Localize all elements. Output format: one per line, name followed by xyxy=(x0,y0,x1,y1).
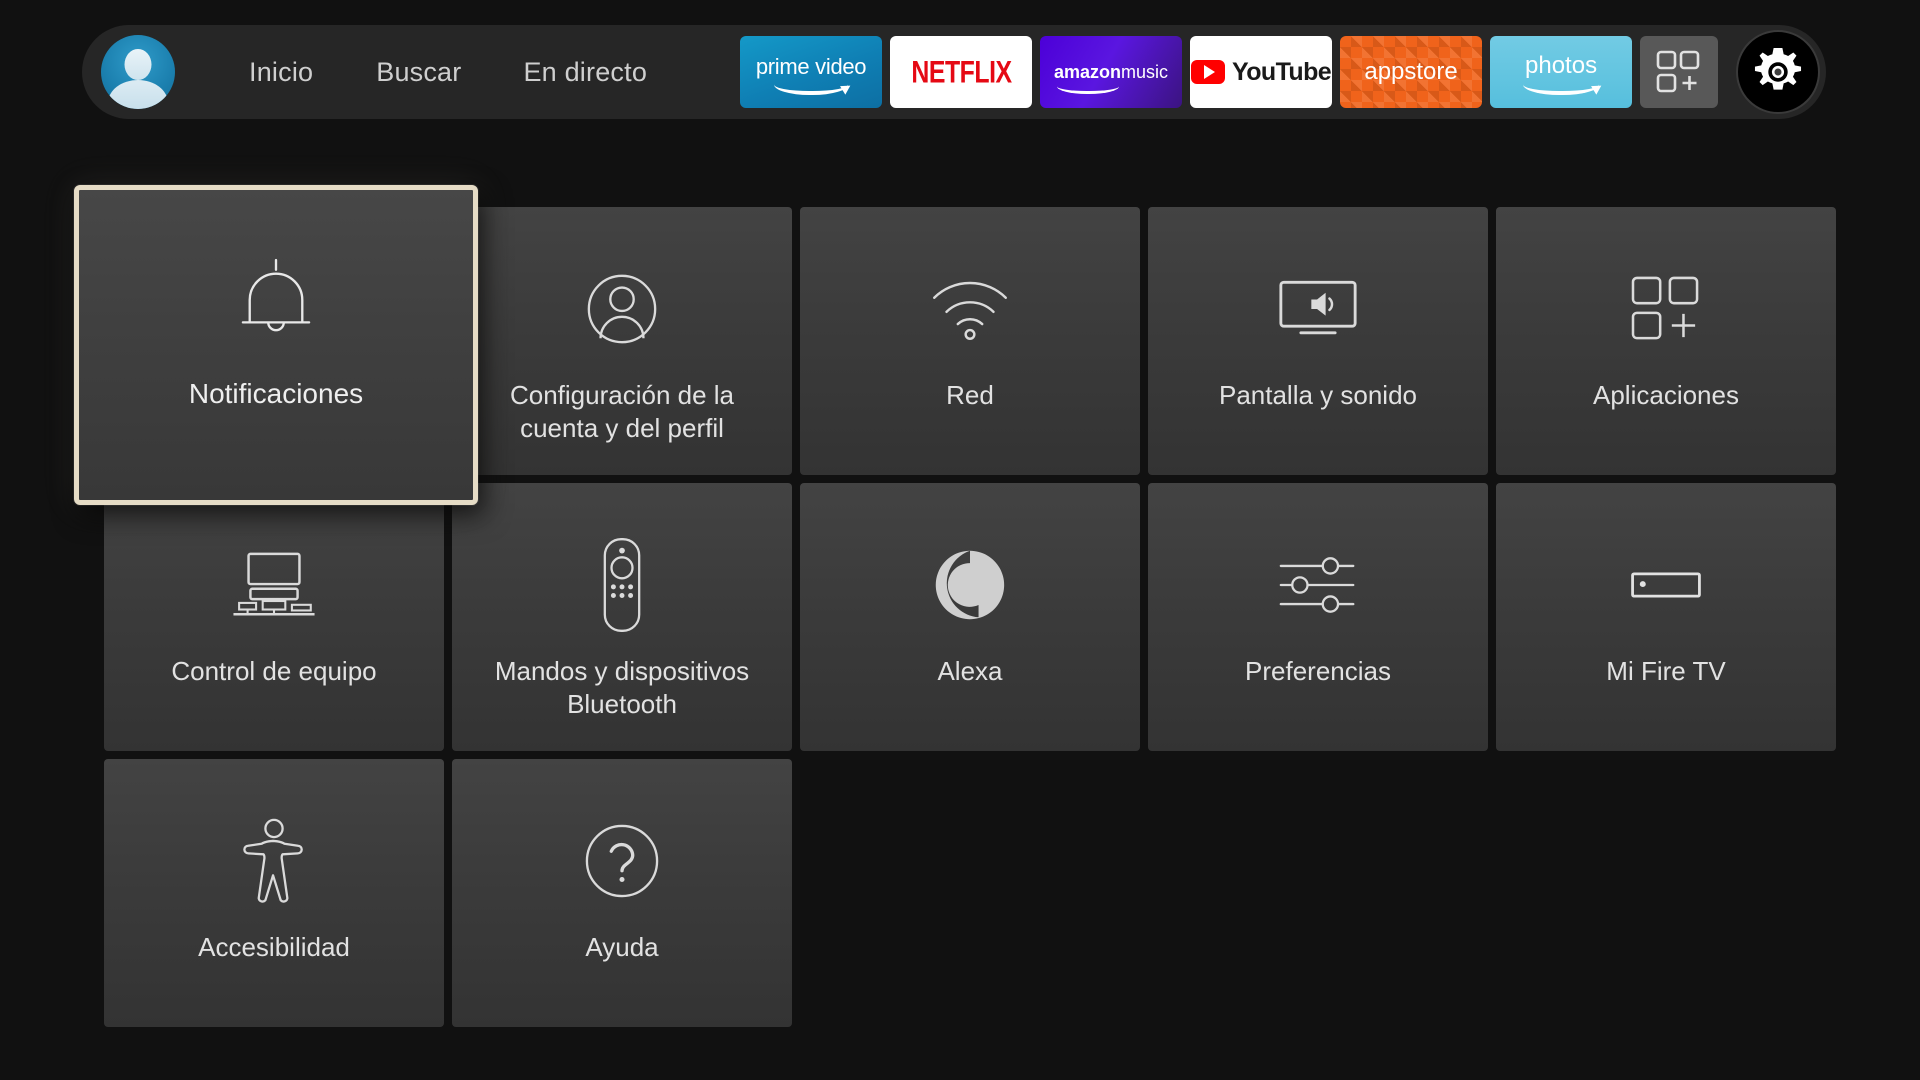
tile-label-pantalla-sonido: Pantalla y sonido xyxy=(1218,380,1418,410)
amazon-smile-icon xyxy=(774,73,849,95)
person-circle-icon xyxy=(587,274,657,344)
firetv-device-icon xyxy=(1631,572,1701,598)
top-navigation-bar: Inicio Buscar En directo prime video NET… xyxy=(82,25,1826,119)
home-theater-icon xyxy=(233,552,315,616)
youtube-play-icon xyxy=(1191,60,1226,84)
tile-mi-fire-tv[interactable]: Mi Fire TV xyxy=(1496,483,1836,751)
question-circle-icon xyxy=(585,824,659,898)
settings-gear-button[interactable] xyxy=(1736,30,1821,114)
tile-row-3: Accesibilidad Ayuda xyxy=(104,759,1816,1027)
tile-cuenta-perfil[interactable]: Configuración de la cuenta y del perfil xyxy=(452,207,792,475)
tile-icon-wrap xyxy=(231,537,317,633)
alexa-ring-icon xyxy=(935,550,1005,620)
app-tile-appstore[interactable]: appstore xyxy=(1340,36,1483,108)
tile-label-notificaciones: Notificaciones xyxy=(188,378,364,409)
music-word: music xyxy=(1121,61,1169,82)
netflix-label: NETFLIX xyxy=(910,53,1012,90)
tile-icon-wrap xyxy=(583,261,661,357)
avatar-body xyxy=(108,80,168,109)
tile-icon-wrap xyxy=(584,813,660,909)
tile-mandos-bluetooth[interactable]: Mandos y dispositivos Bluetooth xyxy=(452,483,792,751)
tile-label-aplicaciones: Aplicaciones xyxy=(1593,380,1739,410)
sliders-icon xyxy=(1279,557,1355,613)
bell-icon xyxy=(241,258,311,332)
nav-item-buscar[interactable]: Buscar xyxy=(376,57,461,88)
tile-icon-wrap xyxy=(239,256,313,352)
tile-aplicaciones[interactable]: Aplicaciones xyxy=(1496,207,1836,475)
tile-notificaciones[interactable]: Notificaciones xyxy=(74,185,478,505)
tile-icon-wrap xyxy=(928,261,1012,357)
amazon-smile-icon xyxy=(1523,73,1600,95)
tile-label-mandos-bluetooth: Mandos y dispositivos Bluetooth xyxy=(494,656,750,719)
avatar-head xyxy=(124,49,152,80)
tv-speaker-icon xyxy=(1279,280,1357,335)
tile-label-cuenta-perfil: Configuración de la cuenta y del perfil xyxy=(509,380,735,443)
tile-icon-wrap xyxy=(1278,261,1358,357)
gear-icon xyxy=(1755,47,1802,90)
tile-preferencias[interactable]: Preferencias xyxy=(1148,483,1488,751)
apps-grid-icon xyxy=(1656,50,1700,93)
app-tile-netflix[interactable]: NETFLIX xyxy=(890,36,1033,108)
tile-icon-wrap xyxy=(601,537,643,633)
tile-ayuda[interactable]: Ayuda xyxy=(452,759,792,1027)
appstore-label: appstore xyxy=(1364,58,1458,85)
app-tile-youtube[interactable]: YouTube xyxy=(1190,36,1333,108)
apps-grid-button[interactable] xyxy=(1640,36,1719,108)
tile-row-2: Control de equipo Mandos y dispositivos … xyxy=(104,483,1836,751)
tile-alexa[interactable]: Alexa xyxy=(800,483,1140,751)
tile-red[interactable]: Red xyxy=(800,207,1140,475)
tile-label-mi-fire-tv: Mi Fire TV xyxy=(1606,656,1726,686)
apps-squares-icon xyxy=(1631,276,1699,340)
tile-label-alexa: Alexa xyxy=(937,656,1003,686)
youtube-label: YouTube xyxy=(1232,57,1332,86)
tile-label-control-equipo: Control de equipo xyxy=(171,656,377,686)
tile-icon-wrap xyxy=(1629,537,1703,633)
profile-avatar[interactable] xyxy=(101,35,175,109)
remote-control-icon xyxy=(603,538,641,632)
app-tile-prime-video[interactable]: prime video xyxy=(740,36,883,108)
app-tile-photos[interactable]: photos xyxy=(1490,36,1633,108)
tile-control-equipo[interactable]: Control de equipo xyxy=(104,483,444,751)
nav-item-en-directo[interactable]: En directo xyxy=(523,57,647,88)
amazon-music-wrap: amazonmusic xyxy=(1054,61,1169,94)
tile-icon-wrap xyxy=(1277,537,1359,633)
nav-item-inicio[interactable]: Inicio xyxy=(249,57,313,88)
app-shortcuts-strip: prime video NETFLIX amazonmusic YouTube … xyxy=(740,30,1821,114)
app-tile-amazon-music[interactable]: amazonmusic xyxy=(1040,36,1183,108)
tile-icon-wrap xyxy=(242,813,306,909)
wifi-icon xyxy=(933,281,1007,340)
tile-label-ayuda: Ayuda xyxy=(585,932,659,962)
tile-label-preferencias: Preferencias xyxy=(1245,656,1391,686)
tile-label-red: Red xyxy=(946,380,994,410)
tile-icon-wrap xyxy=(1631,261,1701,357)
tile-accesibilidad[interactable]: Accesibilidad xyxy=(104,759,444,1027)
tile-icon-wrap xyxy=(932,537,1008,633)
amazon-smile-icon xyxy=(1057,78,1120,94)
tile-label-accesibilidad: Accesibilidad xyxy=(198,932,350,962)
tile-pantalla-sonido[interactable]: Pantalla y sonido xyxy=(1148,207,1488,475)
fire-tv-settings-screen: Inicio Buscar En directo prime video NET… xyxy=(0,0,1920,1080)
accessibility-person-icon xyxy=(243,818,303,903)
